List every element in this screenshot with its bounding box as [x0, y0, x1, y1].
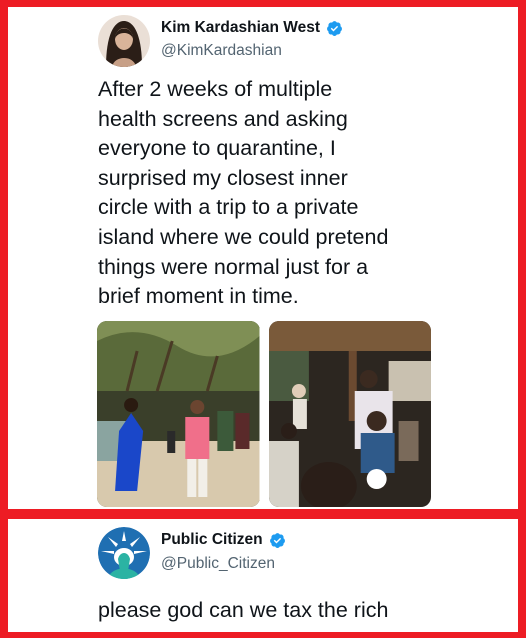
profile-photo-icon [98, 15, 150, 67]
tweet-text: please god can we tax the rich [98, 598, 389, 622]
tweet-card-public-citizen[interactable]: Public Citizen @Public_Citizen please go… [8, 519, 518, 632]
user-handle[interactable]: @Public_Citizen [161, 555, 275, 573]
tweet-text-line: After 2 weeks of multiple [98, 77, 333, 101]
user-handle[interactable]: @KimKardashian [161, 42, 282, 60]
avatar[interactable] [98, 15, 150, 67]
statue-of-liberty-logo-icon [98, 527, 150, 579]
display-name[interactable]: Public Citizen [161, 531, 263, 549]
tweet-text-line: surprised my closest inner [98, 165, 348, 190]
media-photo-right[interactable] [268, 321, 431, 507]
tweet-text-line: brief moment in time. [98, 284, 299, 309]
media-photo-left[interactable] [97, 321, 260, 507]
verified-badge-icon [326, 20, 343, 37]
tweet-text-line: health screens and asking [98, 106, 348, 131]
verified-badge-icon [269, 532, 286, 549]
party-photo-icon [97, 321, 260, 507]
tweet-text: After 2 weeks of multiple health screens… [98, 75, 498, 312]
tweet-text-line: things were normal just for a [98, 254, 369, 279]
avatar[interactable] [98, 527, 150, 579]
tweet-text-line: island where we could pretend [98, 224, 389, 249]
display-name[interactable]: Kim Kardashian West [161, 19, 320, 37]
tweet-text-line: circle with a trip to a private [98, 195, 359, 220]
tweet-text-line: everyone to quarantine, I [98, 136, 336, 161]
tweet-media-grid [97, 321, 431, 507]
party-photo-icon [268, 321, 431, 507]
tweet-card-kim[interactable]: Kim Kardashian West @KimKardashian After… [8, 7, 518, 509]
